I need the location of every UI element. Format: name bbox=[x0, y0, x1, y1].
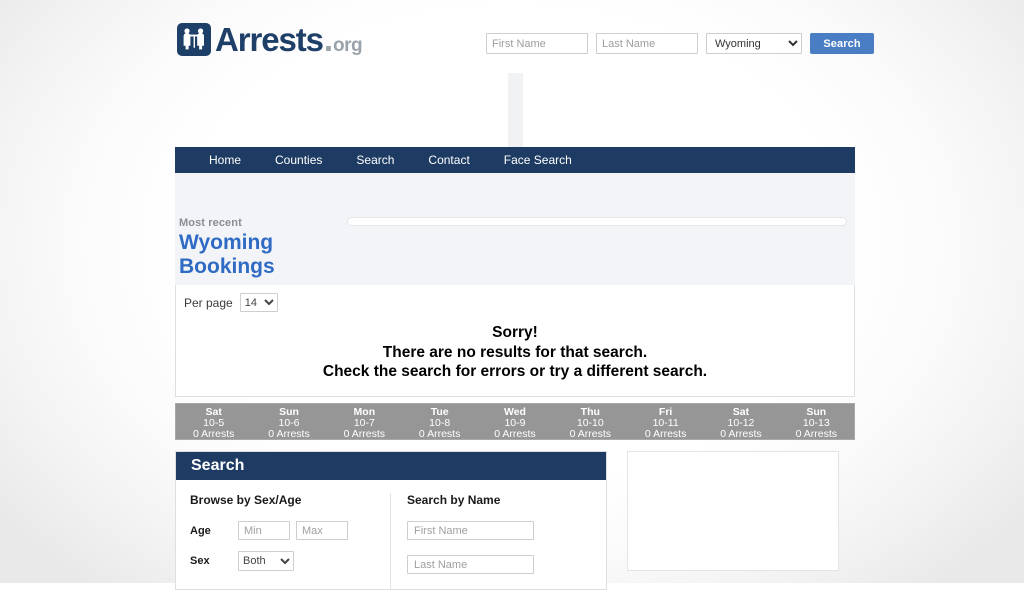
sex-label: Sex bbox=[190, 555, 210, 567]
no-results-line-2: There are no results for that search. bbox=[382, 343, 648, 361]
day-cell[interactable]: Thu 10-10 0 Arrests bbox=[553, 404, 628, 440]
browse-heading: Browse by Sex/Age bbox=[190, 493, 302, 507]
brand-dot: . bbox=[323, 20, 334, 58]
no-results-line-3: Check the search for errors or try a dif… bbox=[322, 363, 708, 380]
header-ad-slot bbox=[508, 73, 523, 147]
masthead-ad-slot bbox=[347, 217, 847, 226]
search-first-name-input[interactable] bbox=[407, 521, 534, 540]
search-panel: Search Browse by Sex/Age Age Sex Both bbox=[175, 451, 607, 590]
nav-item-home[interactable]: Home bbox=[192, 147, 258, 173]
site-header: Arrests . org Wyoming Search bbox=[0, 0, 1024, 73]
masthead-title-block: Most recent Wyoming Bookings bbox=[179, 217, 297, 279]
sidebar-ad-slot bbox=[627, 451, 839, 571]
day-cell[interactable]: Tue 10-8 0 Arrests bbox=[402, 404, 477, 440]
per-page-control: Per page 14 bbox=[176, 285, 854, 312]
sex-select[interactable]: Both bbox=[238, 551, 294, 571]
nav-item-counties[interactable]: Counties bbox=[258, 147, 339, 173]
day-count: 0 Arrests bbox=[192, 428, 235, 440]
search-last-name-input[interactable] bbox=[407, 555, 534, 574]
day-cell[interactable]: Wed 10-9 0 Arrests bbox=[477, 404, 552, 440]
age-field-row: Age bbox=[190, 521, 390, 540]
age-min-input[interactable] bbox=[238, 521, 290, 540]
brand-name: Arrests bbox=[215, 20, 324, 58]
day-summary-strip: Sat 10-5 0 Arrests Sun 10-6 0 Arrests Mo… bbox=[175, 403, 855, 440]
day-count: 0 Arrests bbox=[795, 428, 837, 440]
scales-of-justice-icon bbox=[177, 22, 211, 56]
day-count: 0 Arrests bbox=[720, 428, 762, 440]
header-search-button[interactable]: Search bbox=[810, 33, 874, 54]
day-cell[interactable]: Mon 10-7 0 Arrests bbox=[327, 404, 402, 440]
day-count: 0 Arrests bbox=[268, 428, 310, 440]
header-first-name-input[interactable] bbox=[486, 33, 588, 54]
search-panel-header: Search bbox=[176, 452, 606, 480]
day-count: 0 Arrests bbox=[644, 428, 687, 440]
search-panel-body: Browse by Sex/Age Age Sex Both Search by… bbox=[176, 480, 606, 589]
header-search-form: Wyoming Search bbox=[486, 33, 874, 54]
browse-by-sex-age-column: Browse by Sex/Age Age Sex Both bbox=[176, 493, 391, 589]
day-count: 0 Arrests bbox=[418, 428, 461, 440]
site-logo[interactable]: Arrests . org bbox=[177, 20, 363, 58]
age-label: Age bbox=[190, 524, 211, 537]
name-heading: Search by Name bbox=[407, 493, 501, 507]
page-title: Wyoming Bookings bbox=[179, 231, 275, 278]
masthead-kicker: Most recent bbox=[179, 217, 242, 229]
results-panel: Per page 14 Sorry! There are no results … bbox=[175, 285, 855, 397]
sex-field-row: Sex Both bbox=[190, 551, 390, 571]
masthead: Most recent Wyoming Bookings bbox=[175, 173, 855, 285]
main-navigation: Home Counties Search Contact Face Search bbox=[175, 147, 855, 173]
day-count: 0 Arrests bbox=[569, 428, 612, 440]
day-cell[interactable]: Sun 10-13 0 Arrests bbox=[779, 404, 854, 440]
no-results-line-1: Sorry! bbox=[492, 324, 538, 341]
day-count: 0 Arrests bbox=[494, 428, 536, 440]
search-panel-title: Search bbox=[191, 457, 245, 474]
nav-item-contact[interactable]: Contact bbox=[411, 147, 486, 173]
search-by-name-column: Search by Name bbox=[391, 493, 534, 589]
day-cell[interactable]: Sun 10-6 0 Arrests bbox=[251, 404, 326, 440]
site-content-column: Home Counties Search Contact Face Search… bbox=[175, 147, 855, 590]
day-cell[interactable]: Fri 10-11 0 Arrests bbox=[628, 404, 703, 440]
day-cell[interactable]: Sat 10-5 0 Arrests bbox=[176, 404, 251, 440]
nav-item-search[interactable]: Search bbox=[339, 147, 411, 173]
day-cell[interactable]: Sat 10-12 0 Arrests bbox=[703, 404, 778, 440]
header-last-name-input[interactable] bbox=[596, 33, 698, 54]
brand-tld: org bbox=[333, 35, 363, 56]
day-count: 0 Arrests bbox=[343, 428, 386, 440]
age-max-input[interactable] bbox=[296, 521, 348, 540]
per-page-label: Per page bbox=[184, 295, 233, 310]
no-results-message: Sorry! There are no results for that sea… bbox=[176, 323, 854, 382]
header-state-select[interactable]: Wyoming bbox=[706, 33, 802, 54]
per-page-select[interactable]: 14 bbox=[239, 293, 278, 312]
lower-section: Search Browse by Sex/Age Age Sex Both bbox=[175, 451, 855, 590]
nav-item-face-search[interactable]: Face Search bbox=[487, 147, 589, 173]
